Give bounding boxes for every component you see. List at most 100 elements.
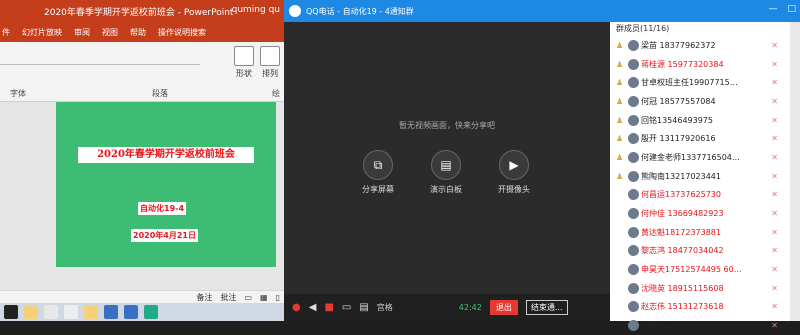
normal-view-icon[interactable]: ▭	[244, 293, 252, 302]
mic-off-icon[interactable]: ✕	[771, 78, 778, 87]
mic-off-icon[interactable]: ✕	[771, 116, 778, 125]
member-row[interactable]: 何昌运13737625730 ✕	[610, 186, 800, 205]
mic-muted-icon[interactable]: ●	[292, 302, 301, 313]
member-row[interactable]: ♟ 梁苗 18377962372 ✕	[610, 36, 800, 55]
tab-review[interactable]: 审阅	[74, 27, 90, 38]
member-name: 殷开 13117920616	[641, 134, 716, 144]
member-name: 蒋桂源 15977320384	[641, 59, 724, 69]
mic-off-icon[interactable]: ✕	[771, 190, 778, 199]
ppt-ribbon: 形状 排列 字体 段落 绘	[0, 42, 284, 102]
person-icon: ♟	[616, 59, 624, 69]
member-row[interactable]: 申昊天17512574495 60… ✕	[610, 260, 800, 279]
tell-me-search[interactable]: 操作说明搜索	[158, 27, 206, 38]
slide[interactable]: 2020年春学期开学返校前班会 自动化19-4 2020年4月21日	[56, 102, 276, 267]
member-row[interactable]: ♟ 回铭13546493975 ✕	[610, 111, 800, 130]
mic-off-icon[interactable]: ✕	[771, 284, 778, 293]
taskbar	[0, 303, 284, 321]
app-icon[interactable]	[144, 305, 158, 319]
reading-view-icon[interactable]: ▯	[276, 293, 280, 302]
mic-off-icon[interactable]: ✕	[771, 228, 778, 237]
member-row[interactable]: ♟ 甘卓权班主任19907715… ✕	[610, 73, 800, 92]
ppt-status-bar: 备注 批注 ▭ ▦ ▯	[0, 290, 284, 303]
mic-off-icon[interactable]: ✕	[771, 60, 778, 69]
member-row[interactable]: ♟ 何建金老师1337716504… ✕	[610, 148, 800, 167]
member-row[interactable]: ♟ 何冠 18577557084 ✕	[610, 92, 800, 111]
qq-logo-icon	[289, 5, 301, 17]
grid-view-button[interactable]: 宫格	[377, 302, 393, 313]
screen-share-icon: ⧉	[363, 150, 393, 180]
screen-icon[interactable]: ▭	[342, 302, 351, 313]
mic-off-icon[interactable]: ✕	[771, 321, 778, 330]
qq-call-window: QQ电话 - 自动化19 - 4通知群 — □ 暂无视频画面，快来分享吧 ⧉ 分…	[284, 0, 800, 332]
word-icon[interactable]	[104, 305, 118, 319]
mic-off-icon[interactable]: ✕	[771, 41, 778, 50]
whiteboard-button[interactable]: ▤ 演示白板	[418, 150, 474, 195]
member-scrollbar[interactable]	[790, 22, 800, 321]
avatar	[628, 39, 639, 51]
member-row[interactable]: ♟ 蒋桂源 15977320384 ✕	[610, 55, 800, 74]
tab-view[interactable]: 视图	[102, 27, 118, 38]
mic-off-icon[interactable]: ✕	[771, 302, 778, 311]
mic-off-icon[interactable]: ✕	[771, 209, 778, 218]
member-row[interactable]: 黎志鸿 18477034042 ✕	[610, 242, 800, 261]
arrange-button[interactable]: 排列	[256, 46, 284, 79]
mic-off-icon[interactable]: ✕	[771, 134, 778, 143]
member-row[interactable]: 沈晓英 18915115608 ✕	[610, 279, 800, 298]
mic-off-icon[interactable]: ✕	[771, 97, 778, 106]
qq-penguin-icon[interactable]	[4, 305, 18, 319]
member-row[interactable]: 何仲佳 13669482923 ✕	[610, 204, 800, 223]
member-row[interactable]: 赵志伟 15131273618 ✕	[610, 298, 800, 317]
member-name: 何仲佳 13669482923	[641, 209, 724, 219]
slide-class-name: 自动化19-4	[138, 202, 187, 215]
folder-icon-2[interactable]	[84, 305, 98, 319]
member-row[interactable]: 黄达魁18172373881 ✕	[610, 223, 800, 242]
mic-off-icon[interactable]: ✕	[771, 153, 778, 162]
member-list: 群成员(11/16) ♟ 梁苗 18377962372 ✕ ♟ 蒋桂源 15977320…	[610, 22, 800, 332]
document-icon-2[interactable]	[64, 305, 78, 319]
member-name: 熊陶南13217023441	[641, 171, 721, 181]
comments-button[interactable]: 批注	[220, 292, 236, 303]
ppt-user-name[interactable]: quming qu	[232, 5, 280, 15]
notes-button[interactable]: 备注	[196, 292, 212, 303]
avatar	[628, 77, 639, 89]
member-row[interactable]: ♟ 熊陶南13217023441 ✕	[610, 167, 800, 186]
slide-canvas: 2020年春学期开学返校前班会 自动化19-4 2020年4月21日	[0, 102, 284, 290]
member-row[interactable]: ♟ 殷开 13117920616 ✕	[610, 129, 800, 148]
camera-button[interactable]: ▶ 开摄像头	[486, 150, 542, 195]
exit-button[interactable]: 退出	[489, 300, 518, 315]
font-group-label: 字体	[10, 89, 26, 98]
speaker-icon[interactable]: ◀	[309, 302, 317, 313]
tab-help[interactable]: 帮助	[130, 27, 146, 38]
camera-off-icon[interactable]: ■	[324, 302, 333, 313]
qq-window-title: QQ电话 - 自动化19 - 4通知群	[306, 6, 414, 16]
shapes-button[interactable]: 形状	[230, 46, 258, 79]
member-name: 白董影13788698143	[641, 321, 721, 331]
person-icon: ♟	[616, 40, 624, 50]
tab-slideshow[interactable]: 幻灯片放映	[22, 27, 62, 38]
person-icon: ♟	[616, 96, 624, 106]
member-list-header: 群成员(11/16)	[616, 24, 670, 33]
ribbon-divider	[0, 64, 200, 65]
slide-title: 2020年春学期开学返校前班会	[78, 147, 254, 163]
avatar	[628, 320, 639, 332]
person-icon: ♟	[616, 78, 624, 88]
whiteboard-small-icon[interactable]: ▤	[359, 302, 368, 313]
tab-file[interactable]: 件	[2, 27, 10, 38]
mic-off-icon[interactable]: ✕	[771, 265, 778, 274]
mic-off-icon[interactable]: ✕	[771, 246, 778, 255]
whiteboard-icon: ▤	[431, 150, 461, 180]
member-name: 何昌运13737625730	[641, 190, 721, 200]
mic-off-icon[interactable]: ✕	[771, 172, 778, 181]
document-icon[interactable]	[44, 305, 58, 319]
share-screen-button[interactable]: ⧉ 分享屏幕	[350, 150, 406, 195]
folder-icon[interactable]	[24, 305, 38, 319]
member-name: 申昊天17512574495 60…	[641, 265, 742, 275]
minimize-icon[interactable]: —	[768, 4, 777, 14]
avatar	[628, 245, 639, 257]
end-call-button[interactable]: 结束通...	[525, 300, 568, 315]
maximize-icon[interactable]: □	[787, 4, 796, 14]
word-icon-2[interactable]	[124, 305, 138, 319]
member-row[interactable]: 白董影13788698143 ✕	[610, 316, 800, 335]
drawing-group-label: 绘	[272, 89, 280, 98]
sorter-view-icon[interactable]: ▦	[260, 293, 268, 302]
